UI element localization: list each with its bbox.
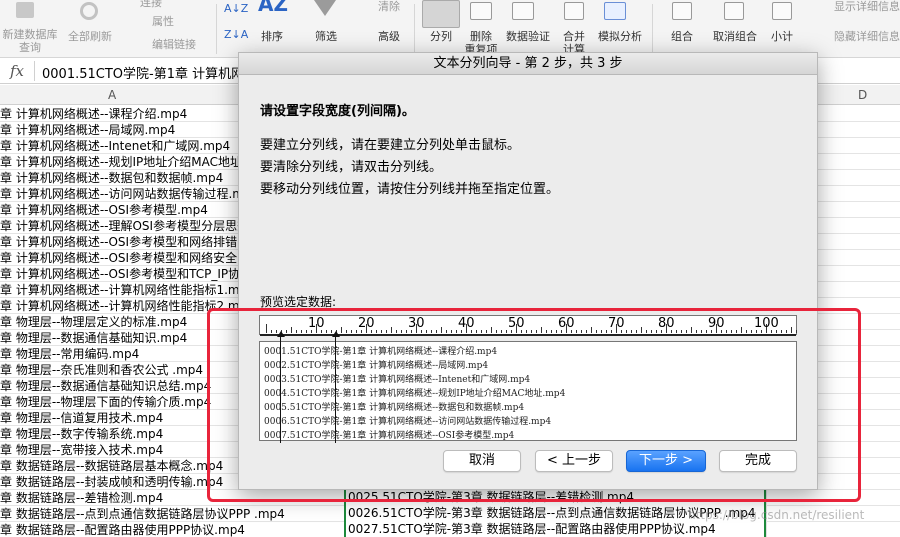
edit-links-button[interactable]: 编辑链接 — [152, 38, 212, 51]
sort-za-icon[interactable]: Z↓A — [224, 28, 248, 41]
text-to-columns-icon — [422, 0, 460, 28]
ribbon-toolbar: 新建数据库 查询 全部刷新 连接 属性 编辑链接 A↓Z Z↓A AZ 排序 筛… — [0, 0, 900, 58]
refresh-icon — [80, 2, 98, 20]
cell-a[interactable]: 章 数据链路层--配置路由器使用PPP协议.mp4 — [0, 523, 344, 537]
filter-icon — [314, 0, 336, 16]
formula-bar-divider — [34, 61, 35, 81]
what-if-analysis-button[interactable]: 模拟分析 — [596, 30, 644, 43]
formula-input[interactable]: 0001.51CTO学院-第1章 计算机网 — [42, 63, 244, 82]
text-to-columns-button[interactable]: 分列 — [424, 30, 458, 43]
remove-duplicates-icon — [470, 2, 492, 20]
ungroup-icon — [724, 2, 744, 20]
subtotal-icon — [772, 2, 792, 20]
instruction-clear: 要清除分列线，请双击分列线。 — [260, 160, 443, 175]
column-header-a[interactable]: A — [108, 88, 116, 102]
ungroup-button[interactable]: 取消组合 — [708, 30, 762, 43]
new-database-query-button[interactable]: 新建数据库 查询 — [0, 28, 60, 54]
sort-button[interactable]: 排序 — [258, 30, 286, 43]
group-icon — [672, 2, 692, 20]
sort-az-icon[interactable]: A↓Z — [224, 2, 248, 15]
ribbon-divider — [652, 4, 653, 54]
highlight-annotation-box — [207, 308, 861, 502]
filter-button[interactable]: 筛选 — [312, 30, 340, 43]
show-detail-button[interactable]: 显示详细信息 — [808, 0, 900, 13]
data-validation-icon — [512, 2, 534, 20]
refresh-all-button[interactable]: 全部刷新 — [66, 30, 114, 43]
group-button[interactable]: 组合 — [668, 30, 696, 43]
ribbon-divider — [216, 4, 217, 54]
column-header-d[interactable]: D — [858, 88, 867, 102]
clear-filter-button[interactable]: 清除 — [352, 0, 402, 13]
hide-detail-button[interactable]: 隐藏详细信息 — [808, 30, 900, 43]
properties-button[interactable]: 属性 — [152, 15, 192, 28]
subtotal-button[interactable]: 小计 — [768, 30, 796, 43]
sort-icon: AZ — [258, 0, 288, 16]
dialog-title: 文本分列向导 - 第 2 步，共 3 步 — [239, 53, 817, 75]
watermark-text: https://blog.csdn.net/resilient — [688, 508, 865, 522]
cell-a[interactable]: 章 数据链路层--点到点通信数据链路层协议PPP .mp4 — [0, 507, 344, 521]
dialog-heading: 请设置字段宽度(列间隔)。 — [260, 104, 415, 119]
advanced-filter-button[interactable]: 高级 — [352, 30, 402, 43]
data-validation-button[interactable]: 数据验证 — [504, 30, 552, 43]
connections-button[interactable]: 连接 — [140, 0, 180, 9]
consolidate-icon — [564, 2, 584, 20]
fx-icon[interactable]: fx — [10, 62, 24, 80]
what-if-icon — [604, 2, 626, 20]
instruction-create: 要建立分列线，请在要建立分列处单击鼠标。 — [260, 138, 521, 153]
ribbon-divider — [414, 4, 415, 54]
new-query-icon — [16, 2, 34, 18]
cell-b[interactable]: 0027.51CTO学院-第3章 数据链路层--配置路由器使用PPP协议.mp4 — [344, 522, 766, 537]
table-row[interactable]: 章 数据链路层--配置路由器使用PPP协议.mp4 0027.51CTO学院-第3… — [0, 522, 900, 537]
instruction-move: 要移动分列线位置，请按住分列线并拖至指定位置。 — [260, 182, 560, 197]
